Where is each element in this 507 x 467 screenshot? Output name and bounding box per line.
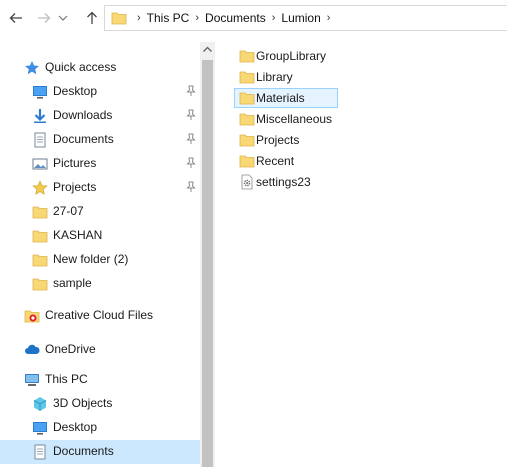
pin-icon[interactable] bbox=[185, 157, 197, 169]
folder-icon bbox=[239, 155, 255, 168]
file-name: GroupLibrary bbox=[256, 49, 327, 63]
sidebar-item-label: sample bbox=[53, 276, 92, 290]
star-icon bbox=[24, 60, 40, 76]
breadcrumb-this-pc[interactable]: This PC bbox=[147, 11, 190, 25]
computer-icon bbox=[24, 372, 40, 388]
pin-icon[interactable] bbox=[185, 181, 197, 193]
pin-icon[interactable] bbox=[185, 85, 197, 97]
download-icon bbox=[32, 108, 48, 124]
recent-locations-button[interactable] bbox=[56, 8, 70, 28]
sidebar-item-label: Documents bbox=[53, 444, 114, 458]
pictures-icon bbox=[32, 156, 48, 172]
cube-icon bbox=[32, 396, 48, 412]
sidebar-item-downloads[interactable]: Downloads bbox=[0, 104, 200, 128]
sidebar-item-label: Quick access bbox=[45, 60, 117, 74]
documents-icon bbox=[32, 132, 48, 148]
sidebar-item-label: New folder (2) bbox=[53, 252, 129, 266]
folder-icon bbox=[32, 252, 48, 268]
address-bar-row: › This PC › Documents › Lumion › bbox=[0, 0, 507, 37]
file-list: GroupLibrary Library Materials Miscellan… bbox=[226, 42, 507, 467]
sidebar-item-label: Pictures bbox=[53, 156, 97, 170]
desktop-icon bbox=[32, 84, 48, 100]
list-item[interactable]: Projects bbox=[234, 130, 334, 150]
navigation-pane: Quick access Desktop Downloads Documents… bbox=[0, 42, 200, 467]
sidebar-item-label: 27-07 bbox=[53, 204, 84, 218]
file-name: settings23 bbox=[256, 175, 311, 189]
back-button[interactable] bbox=[6, 8, 26, 28]
sidebar-item-label: This PC bbox=[45, 372, 88, 386]
breadcrumb-separator[interactable]: › bbox=[272, 12, 276, 24]
folder-icon bbox=[239, 134, 255, 147]
creative-cloud-icon bbox=[24, 308, 40, 324]
breadcrumb-lumion[interactable]: Lumion bbox=[281, 11, 320, 25]
cloud-icon bbox=[24, 342, 40, 358]
sidebar-scrollbar[interactable] bbox=[200, 42, 215, 467]
sidebar-item-kashan[interactable]: KASHAN bbox=[0, 224, 200, 248]
folder-icon bbox=[239, 92, 255, 105]
breadcrumb-separator[interactable]: › bbox=[137, 12, 141, 24]
folder-icon bbox=[239, 71, 255, 84]
file-name: Library bbox=[256, 70, 293, 84]
sidebar-item-documents-pc[interactable]: Documents bbox=[0, 440, 200, 464]
file-name: Materials bbox=[256, 91, 305, 105]
pin-icon[interactable] bbox=[185, 109, 197, 121]
forward-button[interactable] bbox=[34, 8, 54, 28]
folder-icon bbox=[32, 276, 48, 292]
breadcrumb-separator[interactable]: › bbox=[327, 12, 331, 24]
scrollbar-thumb[interactable] bbox=[202, 60, 213, 467]
list-item[interactable]: settings23 bbox=[234, 172, 334, 192]
sidebar-item-27-07[interactable]: 27-07 bbox=[0, 200, 200, 224]
address-box[interactable]: › This PC › Documents › Lumion › bbox=[104, 5, 507, 31]
arrow-left-icon bbox=[9, 13, 22, 23]
sidebar-item-quick-access[interactable]: Quick access bbox=[0, 56, 200, 80]
file-name: Recent bbox=[256, 154, 295, 168]
up-button[interactable] bbox=[82, 8, 102, 28]
list-item[interactable]: Miscellaneous bbox=[234, 109, 344, 129]
desktop-icon bbox=[32, 420, 48, 436]
chevron-up-icon[interactable] bbox=[203, 46, 212, 52]
arrow-right-icon bbox=[38, 13, 51, 23]
folder-icon bbox=[239, 113, 255, 126]
file-name: Projects bbox=[256, 133, 300, 147]
list-item[interactable]: Library bbox=[234, 67, 334, 87]
list-item[interactable]: Recent bbox=[234, 151, 334, 171]
sidebar-item-sample[interactable]: sample bbox=[0, 272, 200, 296]
file-name: Miscellaneous bbox=[256, 112, 333, 126]
sidebar-item-3d-objects[interactable]: 3D Objects bbox=[0, 392, 200, 416]
settings-file-icon bbox=[241, 174, 253, 190]
star-folder-icon bbox=[32, 180, 48, 196]
sidebar-item-label: Desktop bbox=[53, 420, 98, 434]
sidebar-item-label: KASHAN bbox=[53, 228, 103, 242]
sidebar-item-label: 3D Objects bbox=[53, 396, 113, 410]
folder-icon bbox=[239, 50, 255, 63]
breadcrumb-documents[interactable]: Documents bbox=[205, 11, 266, 25]
sidebar-item-label: OneDrive bbox=[45, 342, 96, 356]
pin-icon[interactable] bbox=[185, 133, 197, 145]
sidebar-item-this-pc[interactable]: This PC bbox=[0, 368, 200, 392]
sidebar-item-label: Downloads bbox=[53, 108, 113, 122]
documents-icon bbox=[32, 444, 48, 460]
breadcrumb-separator[interactable]: › bbox=[195, 12, 199, 24]
sidebar-item-new-folder-2[interactable]: New folder (2) bbox=[0, 248, 200, 272]
folder-icon bbox=[32, 204, 48, 220]
sidebar-item-desktop[interactable]: Desktop bbox=[0, 80, 200, 104]
sidebar-item-projects[interactable]: Projects bbox=[0, 176, 200, 200]
sidebar-item-label: Desktop bbox=[53, 84, 98, 98]
sidebar-item-label: Projects bbox=[53, 180, 97, 194]
list-item[interactable]: GroupLibrary bbox=[234, 46, 334, 66]
list-item-selected[interactable]: Materials bbox=[234, 88, 338, 108]
chevron-down-icon bbox=[58, 15, 68, 21]
arrow-up-icon bbox=[87, 11, 97, 24]
sidebar-item-label: Documents bbox=[53, 132, 114, 146]
sidebar-item-desktop-pc[interactable]: Desktop bbox=[0, 416, 200, 440]
sidebar-item-label: Creative Cloud Files bbox=[45, 308, 154, 322]
sidebar-item-documents[interactable]: Documents bbox=[0, 128, 200, 152]
sidebar-item-onedrive[interactable]: OneDrive bbox=[0, 338, 200, 362]
sidebar-item-creative-cloud[interactable]: Creative Cloud Files bbox=[0, 304, 200, 328]
folder-icon bbox=[32, 228, 48, 244]
sidebar-item-pictures[interactable]: Pictures bbox=[0, 152, 200, 176]
folder-icon bbox=[111, 10, 127, 26]
